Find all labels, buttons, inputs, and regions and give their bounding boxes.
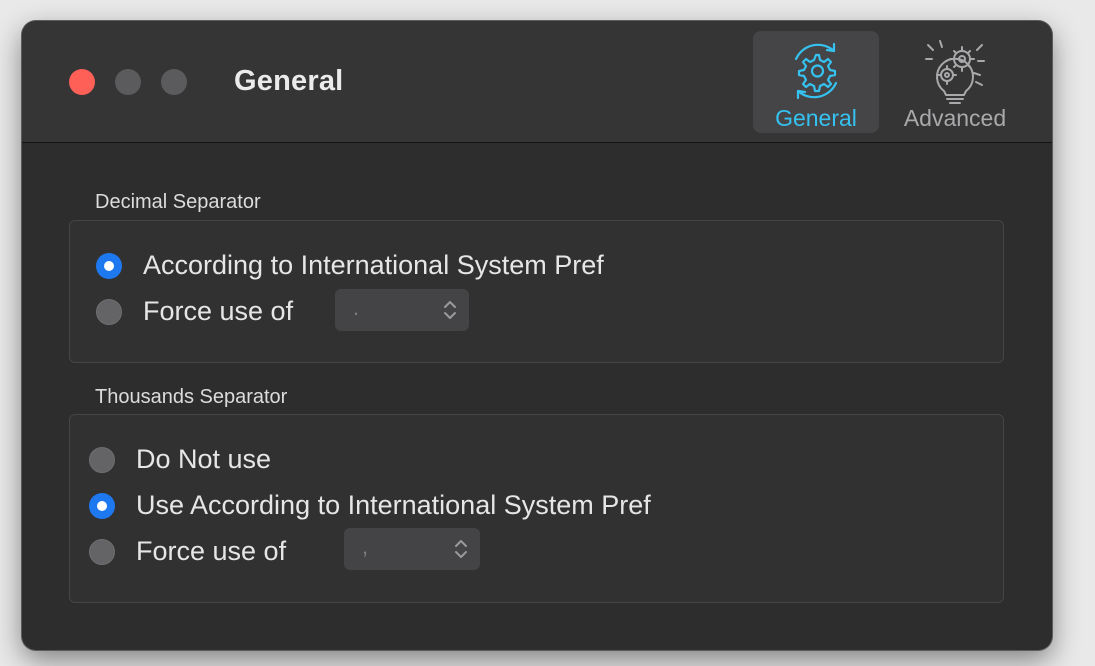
thousands-option-force[interactable]: Force use of — [89, 536, 286, 567]
decimal-separator-group: According to International System Pref F… — [69, 220, 1004, 363]
decimal-option-system-pref-label: According to International System Pref — [143, 250, 604, 280]
radio-button[interactable] — [89, 538, 115, 565]
close-window-button[interactable] — [69, 69, 95, 95]
decimal-separator-popup-value: . — [353, 295, 360, 320]
chevron-up-down-icon — [444, 301, 456, 319]
decimal-separator-title: Decimal Separator — [95, 191, 261, 213]
zoom-window-button[interactable] — [161, 69, 187, 95]
minimize-window-button[interactable] — [115, 69, 141, 95]
decimal-option-force[interactable]: Force use of — [96, 296, 293, 327]
thousands-separator-group: Do Not use Use According to Internationa… — [69, 414, 1004, 603]
tab-advanced-label: Advanced — [903, 105, 1007, 131]
radio-button[interactable] — [89, 446, 115, 473]
decimal-option-system-pref[interactable]: According to International System Pref — [96, 250, 604, 281]
thousands-separator-popup-value: , — [362, 534, 369, 559]
thousands-separator-title: Thousands Separator — [95, 386, 288, 408]
preferences-window: General General Advanced Decimal Separat… — [22, 21, 1052, 650]
tab-general[interactable]: General — [753, 31, 879, 133]
thousands-option-system-pref-label: Use According to International System Pr… — [136, 490, 651, 520]
thousands-option-system-pref[interactable]: Use According to International System Pr… — [89, 490, 651, 521]
thousands-separator-popup[interactable]: , — [344, 528, 480, 570]
decimal-option-force-label: Force use of — [143, 296, 294, 326]
decimal-separator-popup[interactable]: . — [335, 289, 469, 331]
tab-advanced[interactable]: Advanced — [890, 31, 1020, 133]
chevron-up-down-icon — [455, 540, 467, 558]
thousands-option-force-label: Force use of — [136, 536, 287, 566]
radio-button[interactable] — [96, 298, 122, 325]
thousands-option-do-not-use[interactable]: Do Not use — [89, 444, 271, 475]
gear-cycle-icon — [794, 42, 838, 100]
thousands-option-do-not-use-label: Do Not use — [136, 444, 272, 474]
tab-general-label: General — [775, 105, 857, 131]
radio-button-selected[interactable] — [89, 492, 115, 519]
window-title: General — [234, 65, 344, 97]
radio-button-selected[interactable] — [96, 252, 122, 279]
titlebar: General General Advanced — [22, 21, 1052, 143]
gears-lightbulb-icon — [925, 40, 985, 104]
